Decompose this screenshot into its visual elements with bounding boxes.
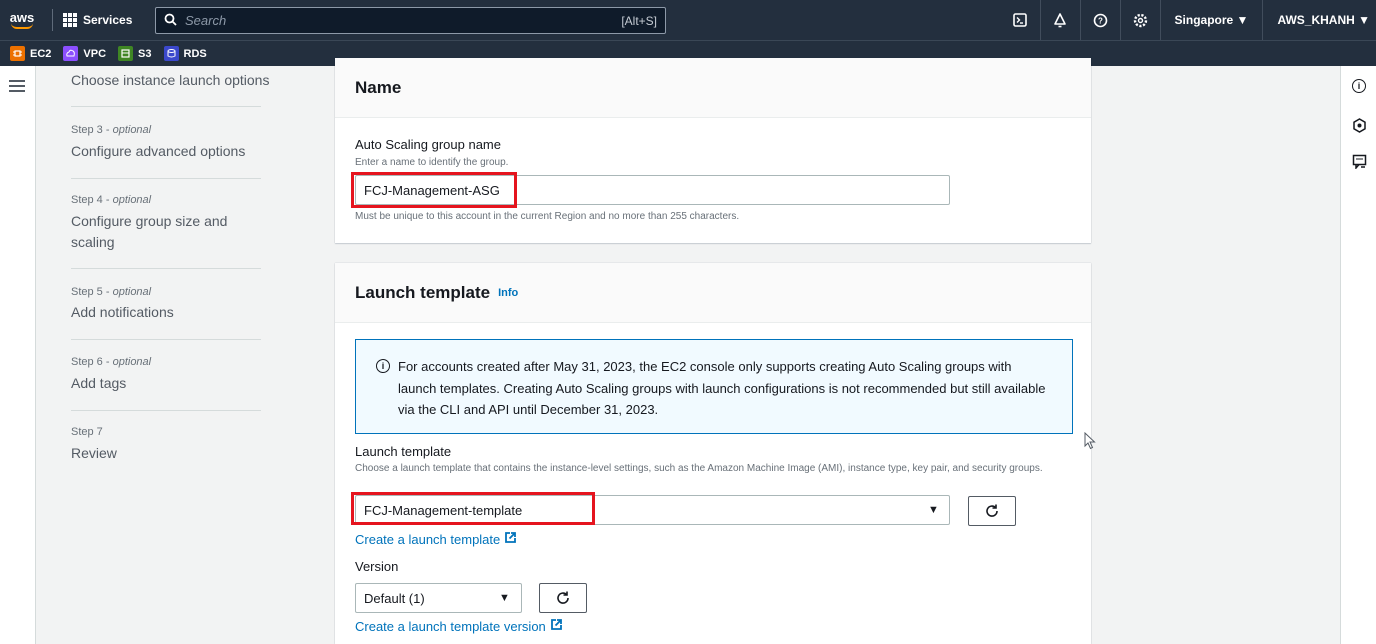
s3-icon	[118, 46, 134, 61]
step-7-label: Step 7	[71, 426, 103, 438]
top-navigation: aws Services Search [Alt+S] ? Singapore …	[0, 0, 1376, 40]
version-label: Version	[355, 559, 399, 574]
step-divider	[71, 339, 261, 340]
step-4-title[interactable]: Configure group size and scaling	[71, 211, 241, 253]
aws-logo[interactable]: aws	[0, 0, 44, 40]
asg-name-label: Auto Scaling group name	[355, 137, 501, 152]
services-grid-icon	[63, 13, 77, 27]
create-launch-template-link[interactable]: Create a launch template	[355, 531, 517, 547]
refresh-icon	[557, 591, 569, 604]
name-panel-header: Name	[335, 58, 1091, 118]
cloudshell-icon[interactable]	[1001, 0, 1041, 40]
account-menu[interactable]: AWS_KHANH ▼	[1263, 0, 1376, 40]
external-link-icon	[504, 531, 517, 547]
search-shortcut: [Alt+S]	[621, 13, 657, 28]
step-6-label: Step 6 - optional	[71, 356, 152, 368]
launch-template-panel: Launch template Info i For accounts crea…	[335, 263, 1091, 644]
favorite-label: RDS	[183, 47, 207, 60]
favorite-rds[interactable]: RDS	[163, 46, 207, 61]
launch-template-description: Choose a launch template that contains t…	[355, 463, 1043, 474]
refresh-button[interactable]	[968, 496, 1016, 526]
name-panel: Name Auto Scaling group name Enter a nam…	[335, 58, 1091, 243]
aws-smile-icon	[11, 23, 33, 29]
dropdown-arrow-icon: ▼	[499, 592, 510, 604]
step-3-label: Step 3 - optional	[71, 124, 152, 136]
refresh-icon	[986, 504, 998, 517]
search-icon	[164, 13, 177, 29]
panel-title: Launch template	[355, 282, 491, 302]
asg-name-hint: Must be unique to this account in the cu…	[355, 211, 740, 222]
step-divider	[71, 178, 261, 179]
info-link[interactable]: Info	[498, 287, 518, 299]
info-panel-icon[interactable]: i	[1351, 78, 1367, 94]
region-selector[interactable]: Singapore ▼	[1161, 0, 1264, 40]
services-menu-button[interactable]: Services	[63, 13, 132, 27]
search-placeholder: Search	[185, 13, 227, 28]
create-version-label: Create a launch template version	[355, 618, 546, 634]
step-7-title[interactable]: Review	[71, 443, 271, 464]
ec2-icon	[10, 46, 25, 61]
help-panel-icon[interactable]	[1351, 117, 1367, 133]
panel-title: Name	[355, 77, 402, 97]
asg-name-description: Enter a name to identify the group.	[355, 157, 509, 168]
step-5-label: Step 5 - optional	[71, 286, 152, 298]
bell-icon[interactable]	[1041, 0, 1081, 40]
highlight-box	[351, 492, 595, 525]
alert-text: For accounts created after May 31, 2023,…	[398, 359, 1046, 417]
step-5-title[interactable]: Add notifications	[71, 302, 271, 323]
step-divider	[71, 410, 261, 411]
step-3-title[interactable]: Configure advanced options	[71, 141, 271, 162]
favorite-label: EC2	[30, 47, 52, 60]
aws-logo-text: aws	[9, 9, 35, 25]
version-select[interactable]: Default (1)	[355, 583, 522, 613]
search-input[interactable]: Search [Alt+S]	[155, 7, 666, 34]
favorite-label: S3	[138, 47, 152, 60]
right-utility-rail: i	[1340, 66, 1376, 644]
rds-icon	[163, 46, 179, 61]
help-icon[interactable]: ?	[1081, 0, 1121, 40]
favorite-s3[interactable]: S3	[118, 46, 152, 61]
info-alert: i For accounts created after May 31, 202…	[355, 339, 1073, 434]
services-label: Services	[83, 13, 133, 27]
create-version-link[interactable]: Create a launch template version	[355, 618, 563, 634]
launch-template-label: Launch template	[355, 444, 452, 459]
step-4-label: Step 4 - optional	[71, 194, 152, 206]
favorite-label: VPC	[83, 47, 107, 60]
create-launch-template-label: Create a launch template	[355, 531, 501, 547]
launch-template-panel-header: Launch template Info	[335, 263, 1091, 323]
step-divider	[71, 106, 261, 107]
external-link-icon	[550, 618, 563, 634]
step-divider	[71, 268, 261, 269]
svg-text:?: ?	[1098, 16, 1103, 25]
info-circle-icon: i	[376, 359, 390, 373]
settings-icon[interactable]	[1121, 0, 1161, 40]
mouse-cursor-icon	[1084, 431, 1096, 455]
dropdown-arrow-icon: ▼	[928, 504, 939, 516]
left-navigation-rail	[0, 66, 36, 644]
step-2-title[interactable]: Choose instance launch options	[71, 70, 271, 91]
menu-icon[interactable]	[9, 80, 25, 92]
step-6-title[interactable]: Add tags	[71, 373, 271, 394]
vpc-icon	[63, 46, 79, 61]
highlight-box	[351, 172, 517, 208]
nav-divider	[52, 9, 53, 31]
version-refresh-button[interactable]	[539, 583, 587, 613]
nav-right-group: ? Singapore ▼ AWS_KHANH ▼	[1001, 0, 1376, 40]
favorite-ec2[interactable]: EC2	[10, 46, 51, 61]
favorite-vpc[interactable]: VPC	[63, 46, 106, 61]
feedback-icon[interactable]	[1351, 153, 1367, 169]
